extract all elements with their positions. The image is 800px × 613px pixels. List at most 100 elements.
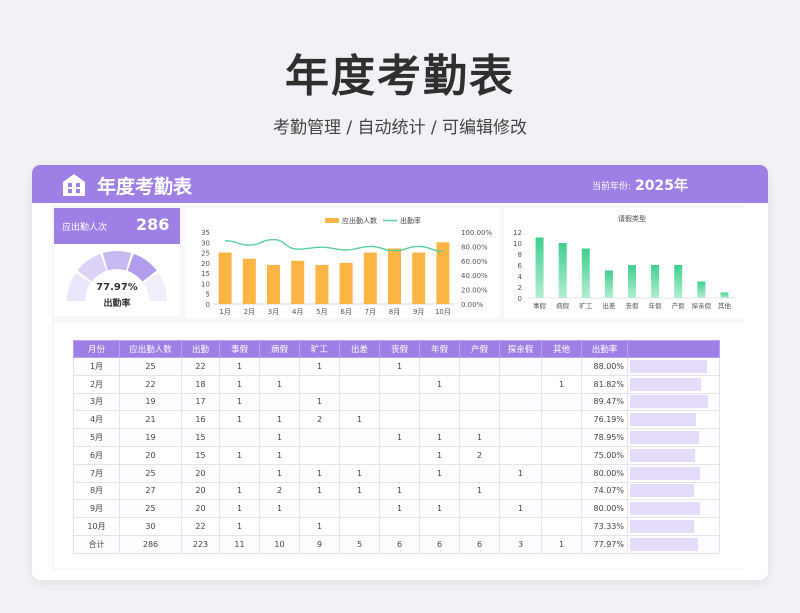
table-cell[interactable]: 6月	[73, 445, 120, 465]
table-cell[interactable]	[541, 481, 582, 501]
table-cell[interactable]: 1	[499, 463, 542, 483]
table-cell[interactable]	[541, 392, 582, 412]
table-cell[interactable]	[459, 463, 500, 483]
table-cell[interactable]	[419, 481, 460, 501]
table-cell[interactable]: 20	[181, 499, 220, 519]
table-cell[interactable]	[339, 392, 380, 412]
table-cell[interactable]: 2	[259, 481, 300, 501]
table-cell[interactable]	[541, 463, 582, 483]
table-cell[interactable]: 15	[181, 445, 220, 465]
table-cell[interactable]: 6	[379, 534, 420, 554]
table-cell[interactable]	[339, 357, 380, 376]
table-cell[interactable]: 1	[219, 374, 260, 394]
table-cell[interactable]: 6	[459, 534, 500, 554]
table-cell[interactable]: 20	[181, 481, 220, 501]
table-cell[interactable]: 合计	[73, 534, 120, 554]
table-cell[interactable]: 1	[219, 517, 260, 536]
table-cell[interactable]: 1	[499, 499, 542, 519]
table-cell[interactable]	[459, 499, 500, 519]
table-cell[interactable]	[499, 517, 542, 536]
table-cell[interactable]	[499, 481, 542, 501]
table-cell[interactable]: 1月	[73, 357, 120, 376]
table-cell[interactable]: 81.82%	[581, 374, 628, 394]
table-cell[interactable]	[339, 428, 380, 447]
table-cell[interactable]: 4月	[73, 410, 120, 430]
table-cell[interactable]	[541, 517, 582, 536]
table-cell[interactable]: 1	[419, 428, 460, 447]
table-cell[interactable]	[419, 410, 460, 430]
table-cell[interactable]	[379, 463, 420, 483]
table-cell[interactable]	[499, 392, 542, 412]
table-cell[interactable]: 3月	[73, 392, 120, 412]
table-cell[interactable]: 2月	[73, 374, 120, 394]
table-cell[interactable]: 22	[181, 357, 220, 376]
table-cell[interactable]: 5月	[73, 428, 120, 447]
table-cell[interactable]	[541, 445, 582, 465]
table-cell[interactable]: 3	[499, 534, 542, 554]
table-cell[interactable]: 1	[259, 410, 300, 430]
table-cell[interactable]: 78.95%	[581, 428, 628, 447]
table-cell[interactable]: 1	[541, 534, 582, 554]
table-cell[interactable]: 7月	[73, 463, 120, 483]
table-cell[interactable]: 75.00%	[581, 445, 628, 465]
table-cell[interactable]: 1	[219, 481, 260, 501]
table-cell[interactable]: 1	[379, 481, 420, 501]
table-cell[interactable]: 1	[379, 499, 420, 519]
table-cell[interactable]: 20	[181, 463, 220, 483]
table-cell[interactable]	[219, 428, 260, 447]
table-cell[interactable]: 8月	[73, 481, 120, 501]
table-cell[interactable]	[541, 357, 582, 376]
table-cell[interactable]: 22	[119, 374, 182, 394]
table-cell[interactable]: 80.00%	[581, 499, 628, 519]
table-cell[interactable]: 223	[181, 534, 220, 554]
table-cell[interactable]	[259, 392, 300, 412]
table-cell[interactable]	[419, 357, 460, 376]
table-cell[interactable]	[459, 392, 500, 412]
table-cell[interactable]: 1	[219, 357, 260, 376]
table-cell[interactable]: 25	[119, 357, 182, 376]
table-cell[interactable]: 1	[379, 428, 420, 447]
table-cell[interactable]	[379, 374, 420, 394]
table-cell[interactable]	[299, 428, 340, 447]
table-cell[interactable]: 19	[119, 428, 182, 447]
table-cell[interactable]	[541, 428, 582, 447]
table-cell[interactable]	[379, 445, 420, 465]
table-cell[interactable]	[339, 517, 380, 536]
table-cell[interactable]: 1	[419, 445, 460, 465]
table-cell[interactable]: 1	[299, 357, 340, 376]
table-cell[interactable]	[259, 517, 300, 536]
table-cell[interactable]: 1	[219, 392, 260, 412]
table-cell[interactable]	[459, 517, 500, 536]
table-cell[interactable]: 1	[379, 357, 420, 376]
table-cell[interactable]	[541, 410, 582, 430]
table-cell[interactable]: 1	[219, 445, 260, 465]
table-cell[interactable]	[299, 374, 340, 394]
table-cell[interactable]: 89.47%	[581, 392, 628, 412]
table-cell[interactable]: 22	[181, 517, 220, 536]
table-cell[interactable]: 1	[259, 499, 300, 519]
table-cell[interactable]	[339, 445, 380, 465]
table-cell[interactable]	[499, 410, 542, 430]
table-cell[interactable]: 27	[119, 481, 182, 501]
table-cell[interactable]	[419, 517, 460, 536]
table-cell[interactable]: 1	[299, 517, 340, 536]
table-cell[interactable]: 1	[419, 499, 460, 519]
table-cell[interactable]	[379, 392, 420, 412]
table-cell[interactable]: 76.19%	[581, 410, 628, 430]
table-cell[interactable]: 1	[259, 428, 300, 447]
table-cell[interactable]	[459, 374, 500, 394]
table-cell[interactable]: 1	[299, 481, 340, 501]
table-cell[interactable]: 1	[259, 463, 300, 483]
table-cell[interactable]	[541, 499, 582, 519]
table-cell[interactable]	[299, 499, 340, 519]
table-cell[interactable]: 2	[459, 445, 500, 465]
table-cell[interactable]: 1	[299, 463, 340, 483]
table-cell[interactable]: 1	[259, 374, 300, 394]
table-cell[interactable]: 9月	[73, 499, 120, 519]
table-cell[interactable]	[339, 499, 380, 519]
table-cell[interactable]: 1	[339, 410, 380, 430]
table-cell[interactable]	[219, 463, 260, 483]
table-cell[interactable]: 1	[419, 374, 460, 394]
table-cell[interactable]: 88.00%	[581, 357, 628, 376]
table-cell[interactable]: 10月	[73, 517, 120, 536]
